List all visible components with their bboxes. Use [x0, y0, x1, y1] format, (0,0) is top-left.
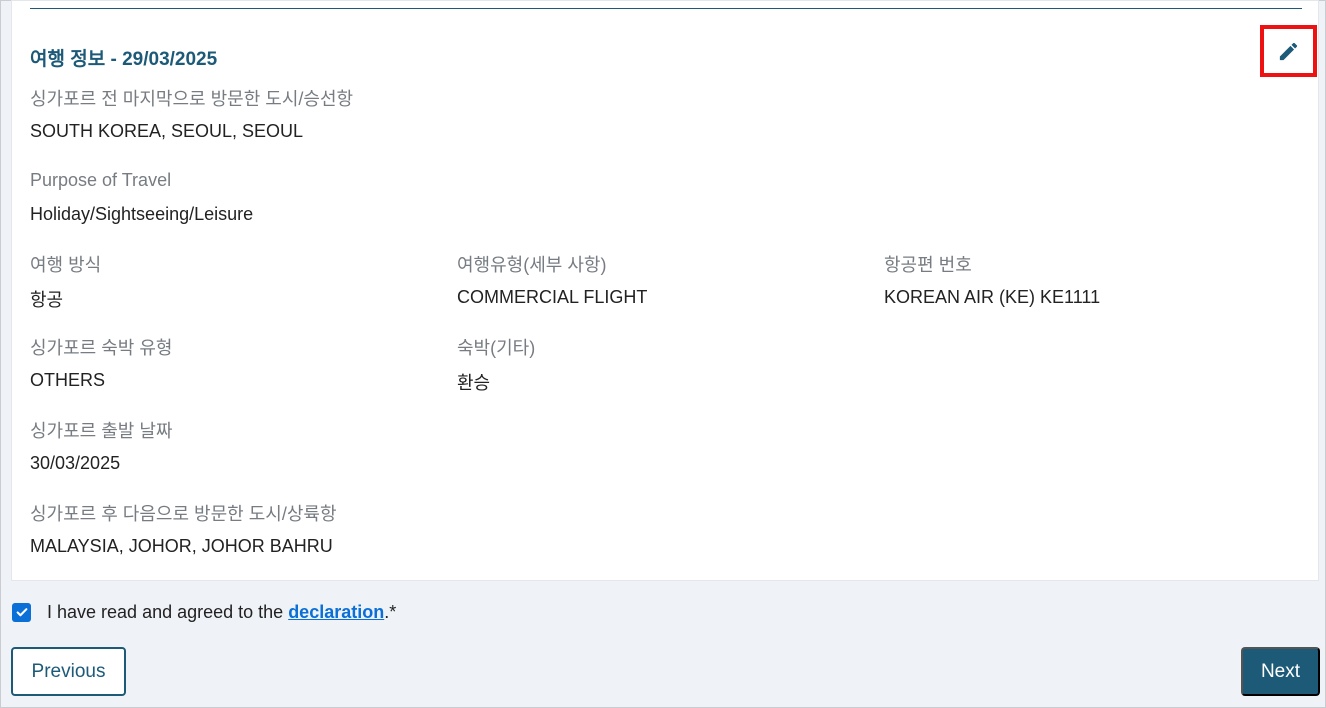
declaration-text-before: I have read and agreed to the	[47, 601, 289, 622]
declaration-row: I have read and agreed to the declaratio…	[12, 601, 396, 623]
section-title: 여행 정보 - 29/03/2025	[30, 49, 218, 70]
checkmark-icon	[15, 605, 29, 619]
previous-button[interactable]: Previous	[11, 647, 126, 696]
last-city-label: 싱가포르 전 마지막으로 방문한 도시/승선항	[30, 89, 354, 109]
travel-mode-label: 여행 방식	[30, 255, 102, 275]
declaration-link[interactable]: declaration	[288, 602, 384, 622]
travel-info-card: 여행 정보 - 29/03/2025 싱가포르 전 마지막으로 방문한 도시/승…	[11, 0, 1319, 581]
departure-date-label: 싱가포르 출발 날짜	[30, 421, 173, 441]
next-city-label: 싱가포르 후 다음으로 방문한 도시/상륙항	[30, 504, 337, 524]
departure-date-value: 30/03/2025	[30, 453, 121, 473]
edit-button[interactable]	[1260, 25, 1317, 77]
accommodation-other-value: 환승	[457, 373, 491, 393]
accommodation-type-label: 싱가포르 숙박 유형	[30, 338, 173, 358]
page-frame: 여행 정보 - 29/03/2025 싱가포르 전 마지막으로 방문한 도시/승…	[0, 0, 1326, 708]
card-divider	[30, 8, 1302, 9]
pencil-icon	[1277, 40, 1300, 63]
flight-number-value: KOREAN AIR (KE) KE1111	[884, 287, 1101, 307]
travel-type-label: 여행유형(세부 사항)	[457, 255, 607, 275]
declaration-text: I have read and agreed to the declaratio…	[47, 602, 396, 623]
last-city-value: SOUTH KOREA, SEOUL, SEOUL	[30, 121, 304, 141]
purpose-label: Purpose of Travel	[30, 170, 172, 190]
declaration-checkbox[interactable]	[12, 602, 31, 622]
next-button[interactable]: Next	[1241, 647, 1320, 696]
accommodation-other-label: 숙박(기타)	[457, 338, 536, 358]
flight-number-label: 항공편 번호	[884, 255, 972, 275]
travel-mode-value: 항공	[30, 290, 64, 310]
declaration-text-after: .*	[384, 601, 397, 622]
next-city-value: MALAYSIA, JOHOR, JOHOR BAHRU	[30, 536, 333, 556]
purpose-value: Holiday/Sightseeing/Leisure	[30, 204, 254, 224]
accommodation-type-value: OTHERS	[30, 370, 106, 390]
travel-type-value: COMMERCIAL FLIGHT	[457, 287, 648, 307]
